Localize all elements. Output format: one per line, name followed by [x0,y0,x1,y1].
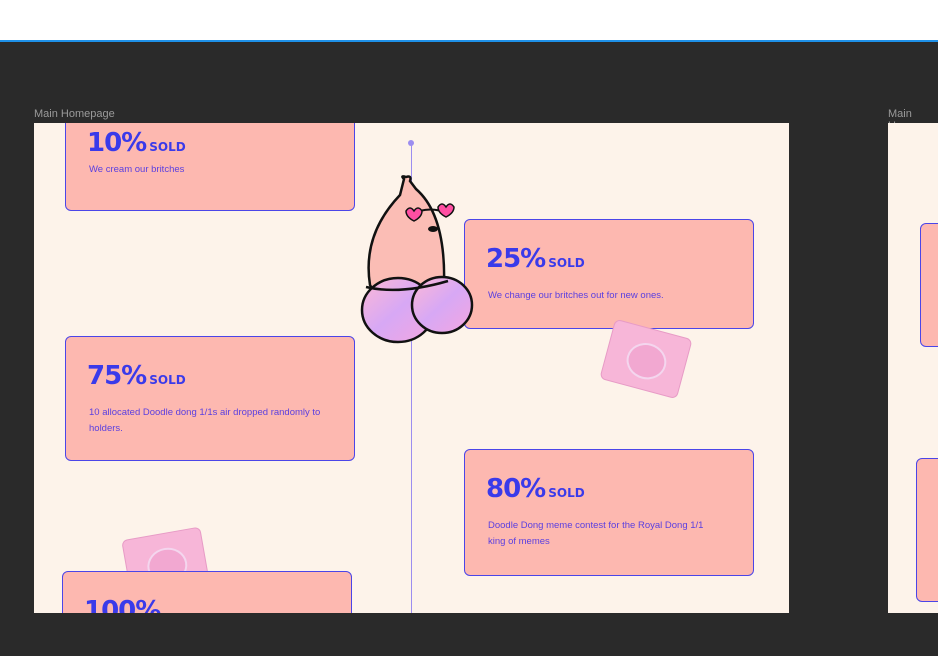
roadmap-percent: 75% SOLD [87,361,186,391]
roadmap-card [916,458,938,602]
frame-main-homepage[interactable]: 10% SOLD We cream our britches 25% SOLD We… [34,123,789,613]
toolbar [0,0,938,42]
roadmap-percent: 100% [84,596,161,613]
roadmap-percent: 25% SOLD [486,244,585,274]
roadmap-percent: 80% SOLD [486,474,585,504]
roadmap-card: 10% SOLD We cream our britches [65,123,355,211]
roadmap-card: 25% SOLD We change our britches out for n… [464,219,754,329]
frame-second[interactable] [888,123,938,613]
roadmap-text: We cream our britches [89,164,185,175]
roadmap-card [920,223,938,347]
roadmap-card: 80% SOLD Doodle Dong meme contest for the… [464,449,754,576]
roadmap-card: 100% [62,571,352,613]
roadmap-text: 10 allocated Doodle dong 1/1s air droppe… [89,407,321,434]
roadmap-percent: 10% SOLD [87,128,186,158]
roadmap-text: We change our britches out for new ones. [488,290,664,301]
frame-label-main[interactable]: Main Homepage [34,108,115,120]
condom-packet-sticker [599,318,693,400]
mascot-illustration [360,175,474,344]
roadmap-text: Doodle Dong meme contest for the Royal D… [488,520,704,547]
roadmap-card: 75% SOLD 10 allocated Doodle dong 1/1s ai… [65,336,355,461]
